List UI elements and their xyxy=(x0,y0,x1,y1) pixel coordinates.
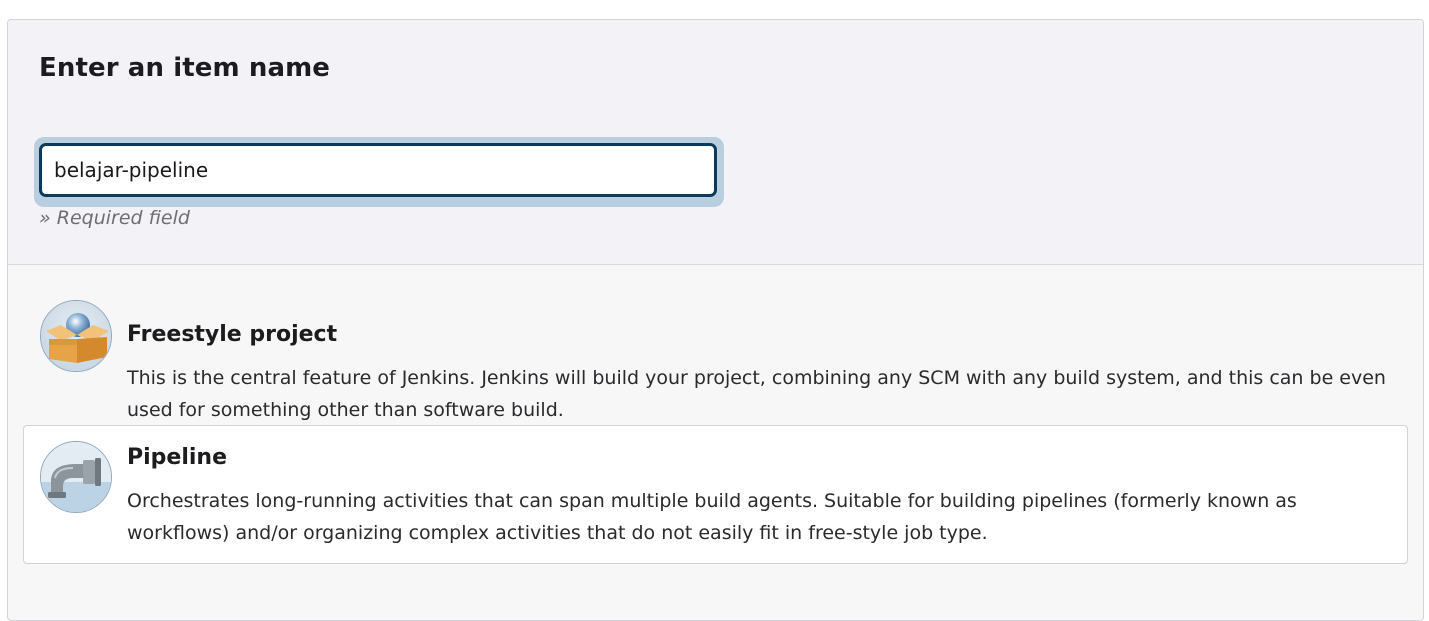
pipeline-icon xyxy=(40,441,112,513)
item-name-focus-ring xyxy=(34,137,724,207)
item-type-freestyle-project[interactable]: Freestyle project This is the central fe… xyxy=(23,286,1408,426)
item-type-description: This is the central feature of Jenkins. … xyxy=(127,367,1386,421)
item-type-description: Orchestrates long-running activities tha… xyxy=(127,490,1297,544)
item-name-section: Enter an item name » Required field xyxy=(8,20,1423,265)
item-name-input[interactable] xyxy=(39,143,717,197)
page-title: Enter an item name xyxy=(39,53,331,83)
item-type-title: Pipeline xyxy=(127,445,227,470)
required-field-note: » Required field xyxy=(39,207,190,229)
item-type-pipeline[interactable]: Pipeline Orchestrates long-running activ… xyxy=(23,425,1408,564)
freestyle-project-icon xyxy=(40,300,112,372)
item-type-title: Freestyle project xyxy=(127,322,338,347)
new-item-panel: Enter an item name » Required field xyxy=(7,19,1424,621)
